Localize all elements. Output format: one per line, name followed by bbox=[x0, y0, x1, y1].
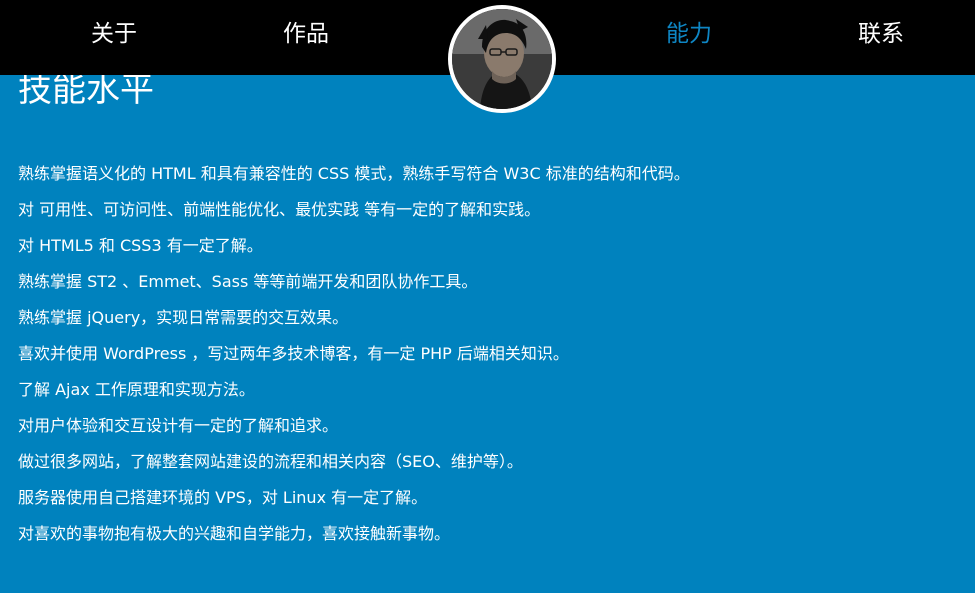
skills-section: 技能水平 熟练掌握语义化的 HTML 和具有兼容性的 CSS 模式，熟练手写符合… bbox=[18, 62, 975, 552]
nav-item-about[interactable]: 关于 bbox=[44, 0, 184, 68]
page: 关于 作品 能力 联系 技能水平 熟练掌握语义化的 HTML 和具有兼容性的 C… bbox=[0, 0, 975, 593]
nav-item-works[interactable]: 作品 bbox=[236, 0, 376, 68]
list-item: 喜欢并使用 WordPress ，写过两年多技术博客，有一定 PHP 后端相关知… bbox=[18, 344, 569, 363]
avatar-portrait-icon bbox=[452, 9, 552, 109]
skills-list: 熟练掌握语义化的 HTML 和具有兼容性的 CSS 模式，熟练手写符合 W3C … bbox=[18, 156, 975, 552]
list-item: 熟练掌握语义化的 HTML 和具有兼容性的 CSS 模式，熟练手写符合 W3C … bbox=[18, 164, 690, 183]
nav-item-contact[interactable]: 联系 bbox=[811, 0, 951, 68]
list-item: 熟练掌握 jQuery，实现日常需要的交互效果。 bbox=[18, 308, 349, 327]
list-item: 对 HTML5 和 CSS3 有一定了解。 bbox=[18, 236, 263, 255]
list-item: 对喜欢的事物抱有极大的兴趣和自学能力，喜欢接触新事物。 bbox=[18, 524, 451, 543]
list-item: 了解 Ajax 工作原理和实现方法。 bbox=[18, 380, 255, 399]
list-item: 熟练掌握 ST2 、Emmet、Sass 等等前端开发和团队协作工具。 bbox=[18, 272, 478, 291]
avatar[interactable] bbox=[448, 5, 556, 113]
list-item: 对用户体验和交互设计有一定的了解和追求。 bbox=[18, 416, 339, 435]
list-item: 对 可用性、可访问性、前端性能优化、最优实践 等有一定的了解和实践。 bbox=[18, 200, 541, 219]
list-item: 做过很多网站，了解整套网站建设的流程和相关内容（SEO、维护等）。 bbox=[18, 452, 523, 471]
nav-item-skills[interactable]: 能力 bbox=[619, 0, 759, 68]
list-item: 服务器使用自己搭建环境的 VPS，对 Linux 有一定了解。 bbox=[18, 488, 428, 507]
